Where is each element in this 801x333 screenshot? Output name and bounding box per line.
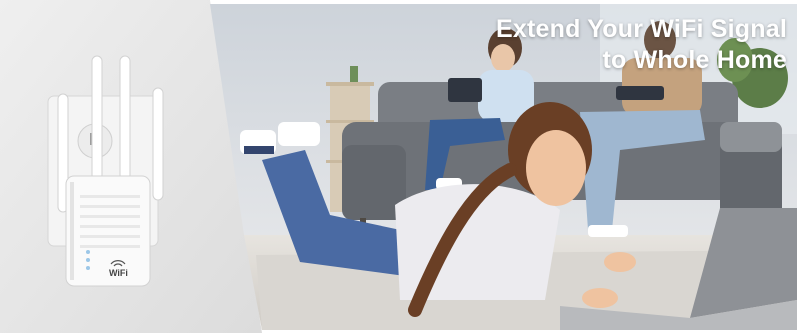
wifi-logo-text: WiFi [109, 268, 128, 278]
headline-line-2: to Whole Home [602, 46, 787, 74]
headline-line-1: Extend Your WiFi Signal [496, 15, 787, 43]
headline: Extend Your WiFi Signal to Whole Home [496, 14, 787, 76]
product-banner: WiFi Extend Your WiFi Signal to Whole Ho… [0, 0, 801, 333]
